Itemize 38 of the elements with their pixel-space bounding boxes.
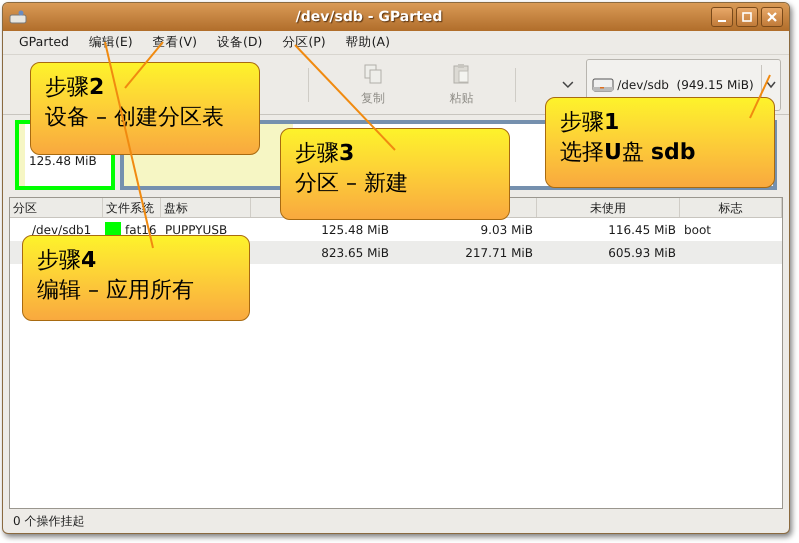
partition-size: 125.48 MiB: [29, 153, 97, 170]
table-cell: 823.65 MiB: [321, 246, 389, 260]
column-header[interactable]: 盘标: [161, 198, 251, 217]
chevron-down-icon[interactable]: [562, 80, 574, 88]
maximize-icon: [742, 12, 752, 22]
menu-item[interactable]: 设备(D): [208, 33, 270, 52]
callout-title: 步骤2: [45, 74, 104, 102]
callout-text: 编辑 – 应用所有: [37, 277, 194, 305]
callout-title: 步骤4: [37, 247, 96, 275]
chevron-down-icon: [766, 80, 776, 88]
table-cell: 605.93 MiB: [608, 246, 676, 260]
column-header[interactable]: 未使用: [537, 198, 680, 217]
status-text: 0 个操作挂起: [13, 513, 84, 530]
callout-title: 步骤1: [560, 109, 620, 137]
callout-text: 分区 – 新建: [295, 170, 408, 198]
window-title: /dev/sdb - GParted: [294, 8, 444, 26]
callout-title: 步骤3: [295, 140, 354, 168]
column-header[interactable]: 分区: [10, 198, 103, 217]
table-cell: 217.71 MiB: [465, 246, 533, 260]
minimize-button[interactable]: [711, 7, 733, 27]
maximize-button[interactable]: [736, 7, 758, 27]
drive-icon: [592, 76, 614, 92]
table-cell: 125.48 MiB: [321, 222, 389, 236]
table-cell: /dev/sdb1: [32, 222, 92, 236]
table-cell: PUPPYUSB: [165, 222, 228, 236]
close-icon: [767, 12, 777, 22]
close-button[interactable]: [761, 7, 783, 27]
table-cell: boot: [684, 222, 712, 236]
column-header[interactable]: 标志: [680, 198, 782, 217]
copy-icon: [362, 62, 384, 84]
table-cell: 9.03 MiB: [480, 222, 533, 236]
disk-app-icon: [9, 10, 27, 24]
minimize-icon: [718, 20, 726, 22]
menu-item[interactable]: 帮助(A): [338, 33, 398, 52]
menu-item[interactable]: 分区(P): [274, 33, 334, 52]
menu-item[interactable]: GParted: [11, 33, 77, 52]
callout-text: 选择U盘 sdb: [560, 139, 696, 167]
table-cell: 116.45 MiB: [608, 222, 676, 236]
